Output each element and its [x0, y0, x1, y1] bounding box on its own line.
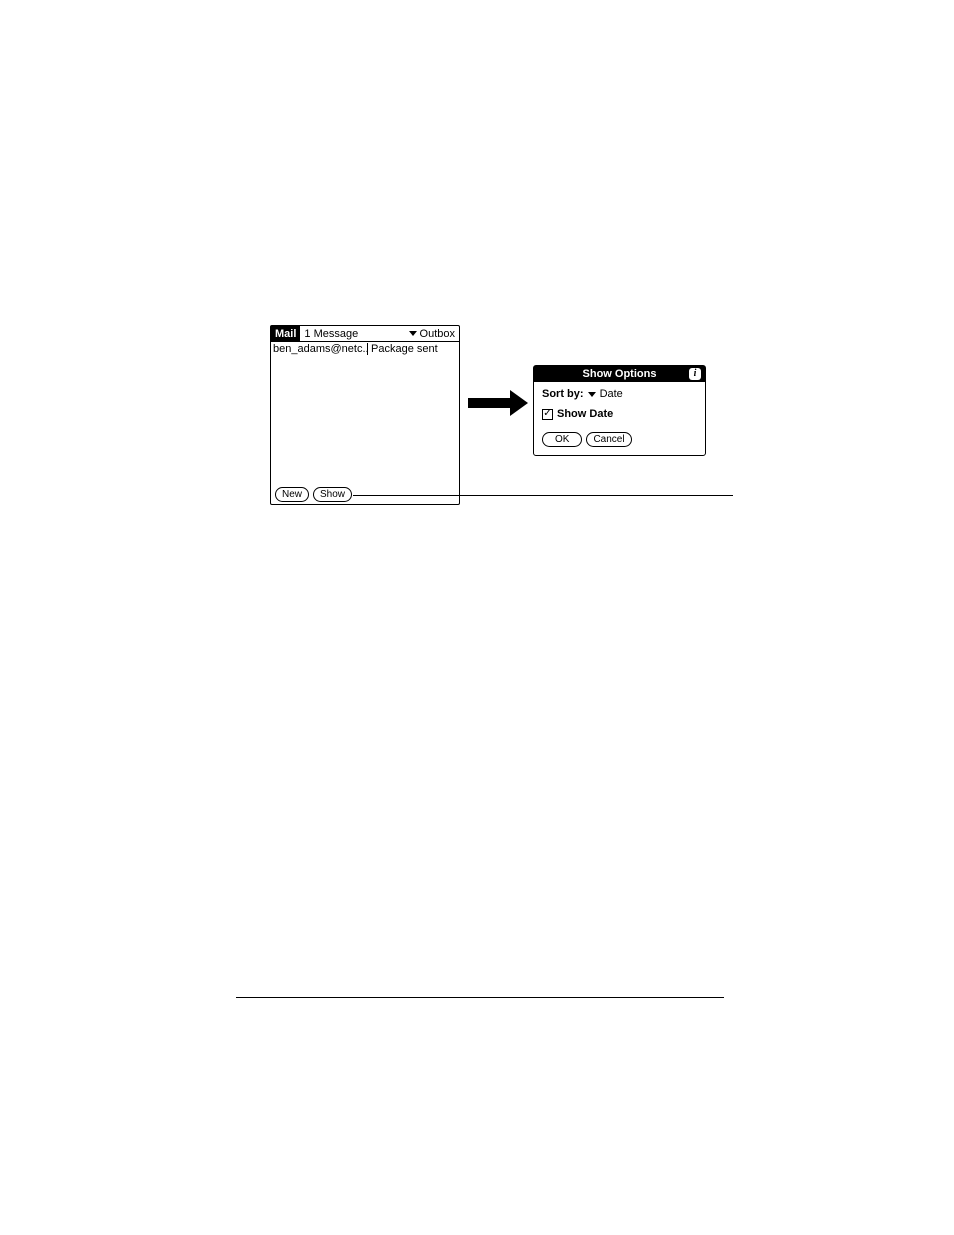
sort-by-row: Sort by: Date	[542, 388, 697, 400]
connector-line	[353, 495, 733, 496]
figure-container: Mail 1 Message Outbox ben_adams@netc... …	[270, 325, 710, 515]
info-icon[interactable]: i	[689, 368, 701, 380]
sort-by-selector[interactable]: Date	[600, 388, 623, 400]
mail-folder-selector[interactable]: Outbox	[409, 328, 459, 340]
arrow-icon	[468, 390, 528, 416]
mail-subject-cell: Package sent	[368, 343, 438, 355]
dialog-title-text: Show Options	[583, 368, 657, 380]
mail-header: Mail 1 Message Outbox	[271, 326, 459, 342]
ok-button[interactable]: OK	[542, 432, 582, 447]
dialog-title: Show Options i	[534, 366, 705, 382]
sort-by-label: Sort by:	[542, 388, 584, 400]
show-date-label: Show Date	[557, 408, 613, 420]
mail-message-list: ben_adams@netc... Package sent	[271, 342, 459, 487]
mail-folder-label: Outbox	[420, 328, 455, 340]
show-date-checkbox[interactable]: ✓	[542, 409, 553, 420]
mail-app-title: Mail	[271, 326, 300, 341]
dialog-body: Sort by: Date ✓ Show Date OK Cancel	[534, 382, 705, 455]
mail-message-count: 1 Message	[300, 328, 408, 340]
show-options-dialog: Show Options i Sort by: Date ✓ Show Date…	[533, 365, 706, 456]
mail-message-row[interactable]: ben_adams@netc... Package sent	[271, 342, 459, 356]
show-button[interactable]: Show	[313, 487, 352, 502]
cancel-button[interactable]: Cancel	[586, 432, 631, 447]
horizontal-rule	[236, 997, 724, 998]
new-button[interactable]: New	[275, 487, 309, 502]
show-date-row: ✓ Show Date	[542, 408, 697, 420]
dialog-footer: OK Cancel	[542, 428, 697, 447]
chevron-down-icon	[409, 331, 417, 336]
chevron-down-icon	[588, 392, 596, 397]
mail-window: Mail 1 Message Outbox ben_adams@netc... …	[270, 325, 460, 505]
mail-from-cell: ben_adams@netc...	[273, 343, 368, 355]
